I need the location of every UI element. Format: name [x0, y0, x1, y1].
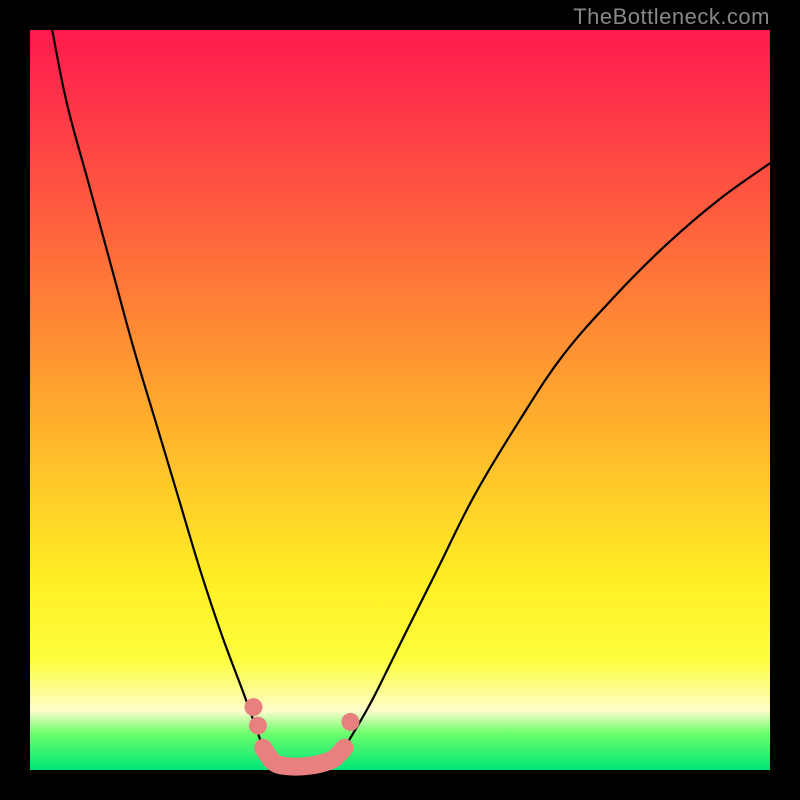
- curve-left-branch: [52, 30, 263, 748]
- valley-marker-stroke: [263, 748, 344, 767]
- marker-dots-group: [244, 698, 359, 735]
- watermark-text: TheBottleneck.com: [573, 4, 770, 30]
- marker-dots-left: [249, 717, 267, 735]
- marker-dots-left: [244, 698, 262, 716]
- curve-right-branch: [345, 163, 771, 748]
- curve-layer: [30, 30, 770, 770]
- marker-dots-right: [341, 713, 359, 731]
- chart-stage: TheBottleneck.com: [0, 0, 800, 800]
